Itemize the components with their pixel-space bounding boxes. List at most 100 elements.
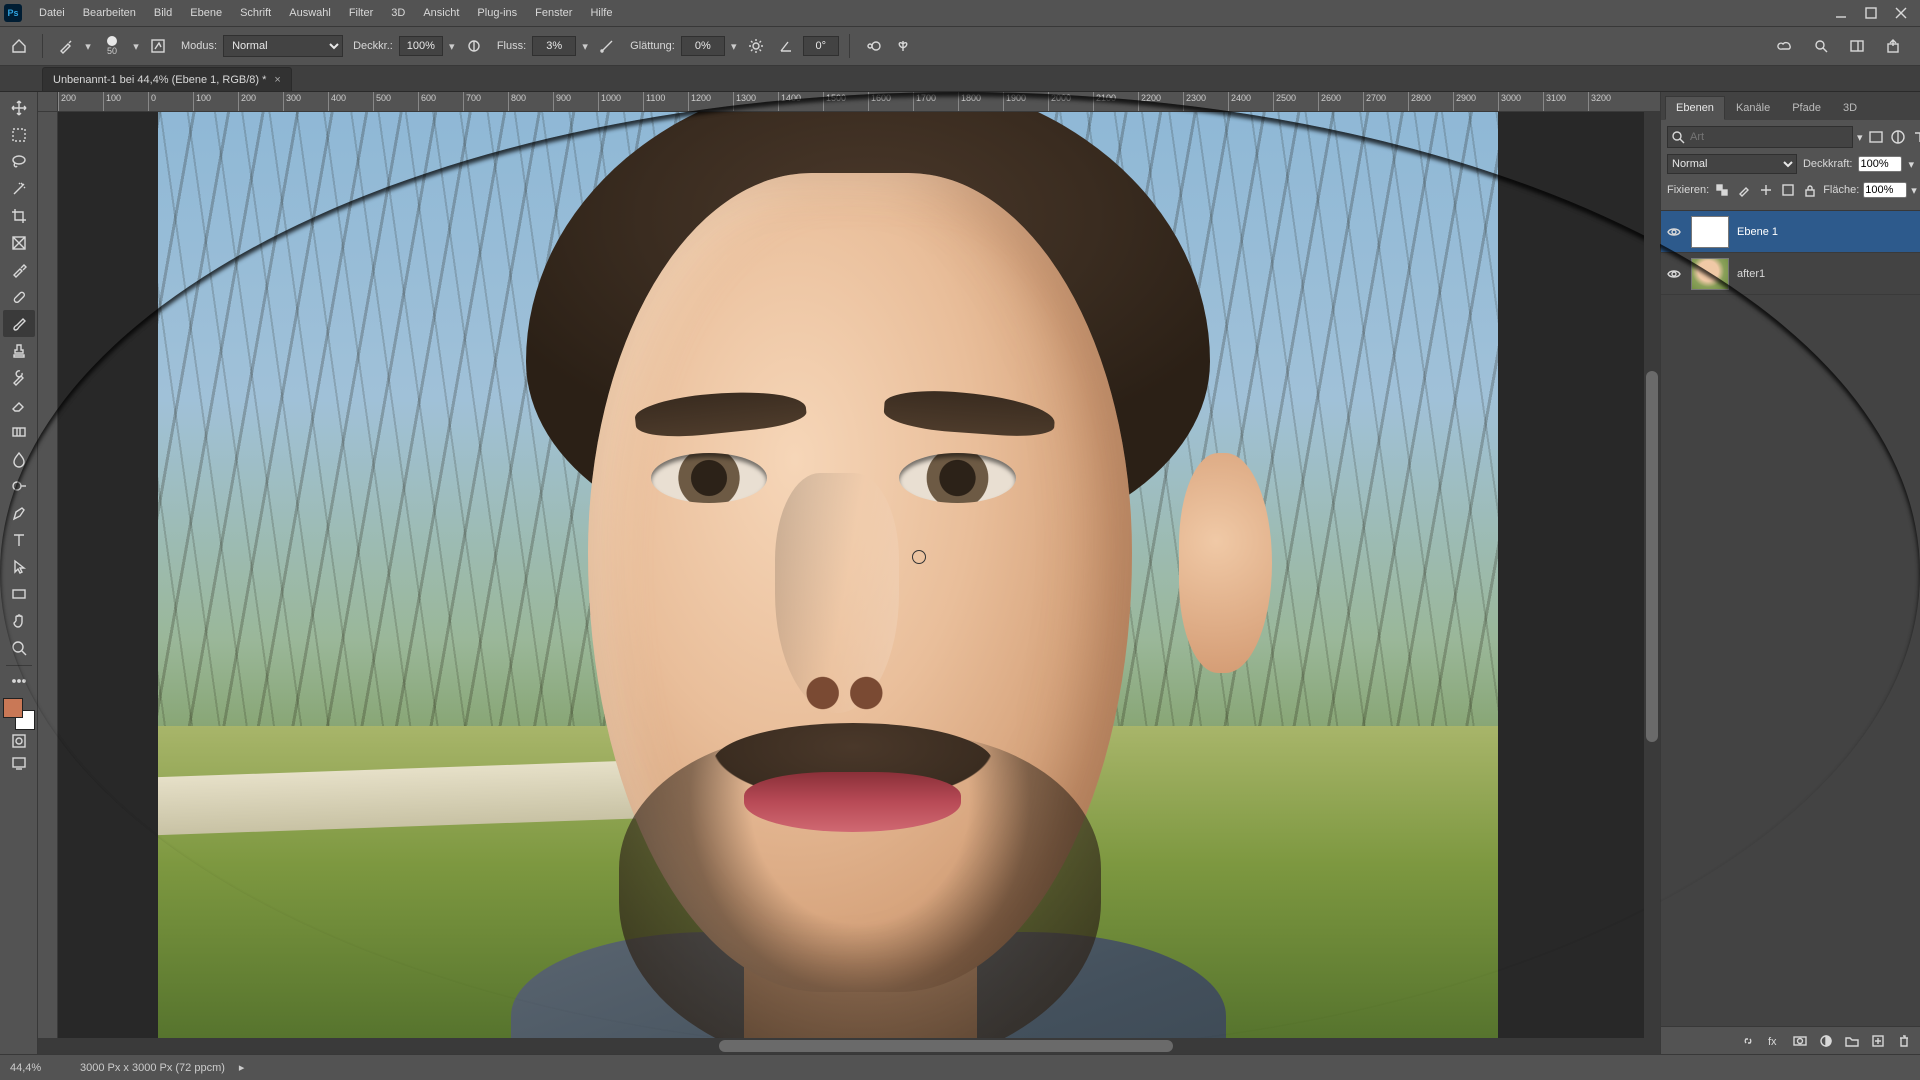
brush-tool[interactable]	[3, 310, 35, 337]
layer-thumbnail[interactable]	[1691, 216, 1729, 248]
flow-dropdown[interactable]: ▾	[580, 36, 590, 56]
ruler-origin[interactable]	[38, 92, 58, 112]
workspace-button[interactable]	[1844, 33, 1870, 59]
doc-info-dropdown[interactable]: ▸	[239, 1061, 245, 1074]
scrollbar-thumb[interactable]	[1646, 371, 1658, 741]
new-layer-button[interactable]	[1868, 1031, 1888, 1051]
lasso-tool[interactable]	[3, 148, 35, 175]
smoothing-dropdown[interactable]: ▾	[729, 36, 739, 56]
scrollbar-thumb[interactable]	[719, 1040, 1173, 1052]
layer-mask-button[interactable]	[1790, 1031, 1810, 1051]
share-button[interactable]	[1880, 33, 1906, 59]
layer-visibility-toggle[interactable]	[1665, 223, 1683, 241]
search-button[interactable]	[1808, 33, 1834, 59]
document-info[interactable]: 3000 Px x 3000 Px (72 ppcm)	[80, 1062, 225, 1074]
panel-tab-ebenen[interactable]: Ebenen	[1665, 96, 1725, 120]
layer-name[interactable]: Ebene 1	[1737, 226, 1778, 238]
menu-hilfe[interactable]: Hilfe	[581, 0, 621, 26]
brush-panel-toggle[interactable]	[145, 33, 171, 59]
menu-fenster[interactable]: Fenster	[526, 0, 581, 26]
menu-3d[interactable]: 3D	[382, 0, 414, 26]
vertical-scrollbar[interactable]	[1644, 112, 1660, 1038]
lock-all-button[interactable]	[1801, 180, 1819, 200]
layer-name[interactable]: after1	[1737, 268, 1765, 280]
frame-tool[interactable]	[3, 229, 35, 256]
layer-filter-dropdown[interactable]: ▾	[1857, 131, 1863, 144]
screenmode-button[interactable]	[3, 752, 35, 774]
layer-opacity-dropdown[interactable]: ▾	[1908, 158, 1914, 171]
filter-adjustment-button[interactable]	[1889, 127, 1907, 147]
healing-tool[interactable]	[3, 283, 35, 310]
pressure-opacity-toggle[interactable]	[461, 33, 487, 59]
move-tool[interactable]	[3, 94, 35, 121]
layer-fill-input[interactable]	[1863, 182, 1907, 198]
layer-fill-dropdown[interactable]: ▾	[1911, 184, 1917, 197]
angle-input[interactable]	[803, 36, 839, 56]
zoom-level[interactable]: 44,4%	[10, 1062, 66, 1074]
stamp-tool[interactable]	[3, 337, 35, 364]
brush-preview[interactable]: 50	[97, 31, 127, 61]
crop-tool[interactable]	[3, 202, 35, 229]
document-tab[interactable]: Unbenannt-1 bei 44,4% (Ebene 1, RGB/8) *…	[42, 67, 292, 91]
eyedropper-tool[interactable]	[3, 256, 35, 283]
layer-group-button[interactable]	[1842, 1031, 1862, 1051]
symmetry-button[interactable]	[890, 33, 916, 59]
lock-position-button[interactable]	[1757, 180, 1775, 200]
layer-style-button[interactable]: fx	[1764, 1031, 1784, 1051]
lock-transparency-button[interactable]	[1713, 180, 1731, 200]
menu-bearbeiten[interactable]: Bearbeiten	[74, 0, 145, 26]
panel-tab-pfade[interactable]: Pfade	[1781, 96, 1832, 120]
menu-filter[interactable]: Filter	[340, 0, 382, 26]
lock-pixels-button[interactable]	[1735, 180, 1753, 200]
menu-schrift[interactable]: Schrift	[231, 0, 280, 26]
wand-tool[interactable]	[3, 175, 35, 202]
horizontal-scrollbar[interactable]	[38, 1038, 1660, 1054]
menu-plug-ins[interactable]: Plug-ins	[468, 0, 526, 26]
quickmask-toggle[interactable]	[3, 730, 35, 752]
angle-button[interactable]	[773, 33, 799, 59]
marquee-tool[interactable]	[3, 121, 35, 148]
menu-bild[interactable]: Bild	[145, 0, 181, 26]
color-swatches[interactable]	[3, 698, 35, 730]
filter-type-button[interactable]	[1911, 127, 1920, 147]
airbrush-toggle[interactable]	[594, 33, 620, 59]
foreground-color-swatch[interactable]	[3, 698, 23, 718]
layer-opacity-input[interactable]	[1858, 156, 1902, 172]
delete-layer-button[interactable]	[1894, 1031, 1914, 1051]
panel-tab-3d[interactable]: 3D	[1832, 96, 1868, 120]
pressure-size-toggle[interactable]	[860, 33, 886, 59]
document-tab-close[interactable]: ×	[274, 74, 280, 86]
layer-visibility-toggle[interactable]	[1665, 265, 1683, 283]
brush-preset-dropdown[interactable]: ▾	[131, 36, 141, 56]
adjustment-layer-button[interactable]	[1816, 1031, 1836, 1051]
opacity-input[interactable]	[399, 36, 443, 56]
type-icon	[1912, 129, 1920, 145]
menu-ebene[interactable]: Ebene	[181, 0, 231, 26]
tool-preset-dropdown[interactable]: ▾	[83, 36, 93, 56]
home-button[interactable]	[6, 33, 32, 59]
window-close-button[interactable]	[1886, 0, 1916, 26]
window-minimize-button[interactable]	[1826, 0, 1856, 26]
gradient-tool[interactable]	[3, 418, 35, 445]
filter-pixel-button[interactable]	[1867, 127, 1885, 147]
layer-blend-mode-select[interactable]: Normal	[1667, 154, 1797, 174]
window-maximize-button[interactable]	[1856, 0, 1886, 26]
layer-row[interactable]: after1	[1661, 253, 1920, 295]
opacity-dropdown[interactable]: ▾	[447, 36, 457, 56]
lock-artboard-button[interactable]	[1779, 180, 1797, 200]
blend-mode-select[interactable]: Normal	[223, 35, 343, 57]
menu-auswahl[interactable]: Auswahl	[280, 0, 340, 26]
tool-preset-button[interactable]	[53, 33, 79, 59]
smoothing-input[interactable]	[681, 36, 725, 56]
eraser-tool[interactable]	[3, 391, 35, 418]
link-layers-button[interactable]	[1738, 1031, 1758, 1051]
cloud-docs-button[interactable]	[1772, 33, 1798, 59]
flow-input[interactable]	[532, 36, 576, 56]
menu-ansicht[interactable]: Ansicht	[414, 0, 468, 26]
history-brush-tool[interactable]	[3, 364, 35, 391]
layer-row[interactable]: Ebene 1	[1661, 211, 1920, 253]
smoothing-options-button[interactable]	[743, 33, 769, 59]
layer-filter-input[interactable]	[1667, 126, 1853, 148]
panel-tab-kanäle[interactable]: Kanäle	[1725, 96, 1781, 120]
menu-datei[interactable]: Datei	[30, 0, 74, 26]
